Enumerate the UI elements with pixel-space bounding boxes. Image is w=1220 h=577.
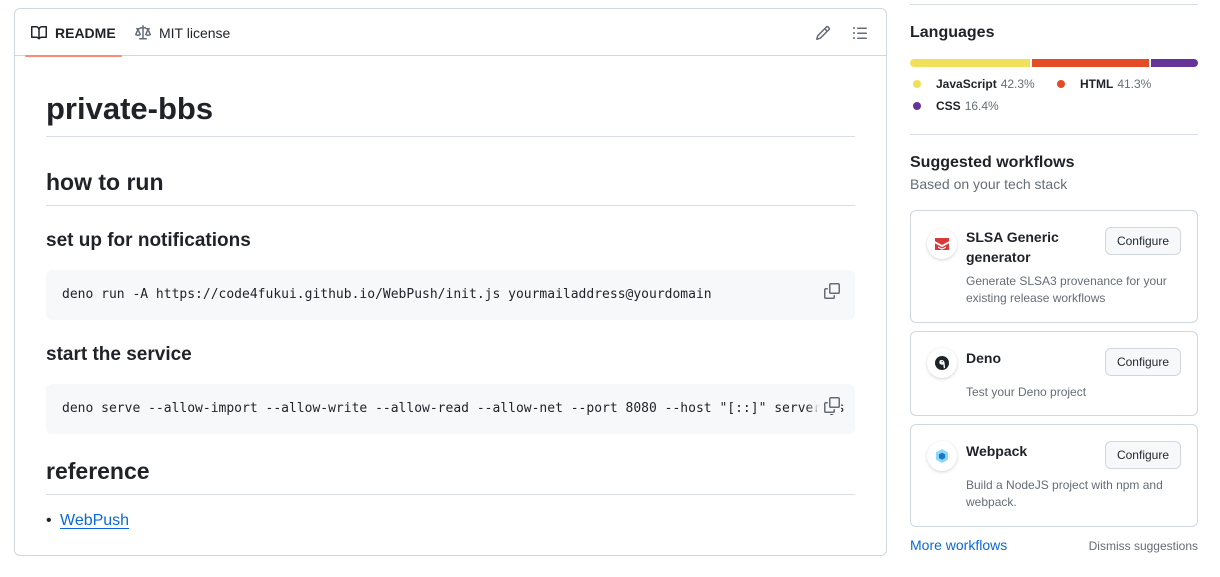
copy-icon [824, 397, 840, 413]
outline-button[interactable] [848, 21, 872, 45]
readme-panel: README MIT license private-bbs how to ru… [14, 8, 887, 556]
code-text[interactable]: deno serve --allow-import --allow-write … [62, 400, 845, 418]
code-text[interactable]: deno run -A https://code4fukui.github.io… [62, 286, 712, 304]
language-color-dot [913, 80, 921, 88]
language-bar-javascript[interactable] [910, 59, 1031, 67]
language-name: HTML [1080, 77, 1114, 91]
readme-tab-bar: README MIT license [15, 9, 886, 57]
list-item: WebPush [60, 509, 129, 533]
deno-icon [927, 348, 957, 378]
divider [910, 4, 1198, 5]
workflow-card-deno: Deno Test your Deno project Configure [910, 331, 1198, 416]
tab-license[interactable]: MIT license [133, 9, 232, 56]
heading-reference: reference [46, 456, 855, 495]
list-unordered-icon [853, 27, 867, 39]
repo-sidebar: Languages JavaScript 42.3% HTML 41.3% CS… [910, 0, 1198, 577]
languages-heading: Languages [910, 24, 995, 41]
workflow-description: Build a NodeJS project with npm and webp… [966, 478, 1163, 509]
copy-button[interactable] [823, 282, 841, 300]
copy-button[interactable] [823, 396, 841, 414]
tab-license-label: MIT license [159, 24, 231, 41]
language-bar [910, 59, 1198, 67]
language-css[interactable]: CSS 16.4% [913, 99, 999, 113]
configure-button[interactable]: Configure [1104, 227, 1181, 255]
language-color-dot [913, 102, 921, 110]
tab-readme-label: README [55, 24, 116, 41]
language-javascript[interactable]: JavaScript 42.3% [913, 77, 1035, 91]
pencil-icon [815, 25, 831, 41]
edit-readme-button[interactable] [811, 21, 835, 45]
workflow-description: Test your Deno project [966, 385, 1087, 399]
readme-title: private-bbs [46, 89, 855, 137]
workflow-title: Webpack [966, 443, 1028, 459]
language-bar-html[interactable] [1032, 59, 1150, 67]
language-color-dot [1057, 80, 1065, 88]
code-block-notifications: deno run -A https://code4fukui.github.io… [46, 270, 855, 320]
slsa-icon [927, 229, 957, 259]
language-html[interactable]: HTML 41.3% [1057, 77, 1151, 91]
workflow-title: Deno [966, 350, 1001, 366]
configure-button[interactable]: Configure [1104, 441, 1181, 469]
language-name: CSS [936, 99, 961, 113]
copy-icon [824, 283, 840, 299]
language-percent: 42.3% [1000, 77, 1035, 91]
language-bar-css[interactable] [1151, 59, 1198, 67]
workflow-card-slsa: SLSA Generic generator Generate SLSA3 pr… [910, 210, 1198, 323]
webpack-icon [927, 441, 957, 471]
tab-readme[interactable]: README [25, 9, 122, 57]
language-percent: 41.3% [1117, 77, 1152, 91]
suggested-workflows-heading: Suggested workflows [910, 154, 1075, 171]
suggested-workflows-subheading: Based on your tech stack [910, 176, 1068, 192]
book-icon [31, 25, 47, 39]
law-scale-icon [135, 24, 151, 39]
reference-list: WebPush [60, 509, 129, 533]
workflow-title: SLSA Generic generator [966, 229, 1059, 265]
dismiss-suggestions-button[interactable]: Dismiss suggestions [1089, 539, 1198, 553]
more-workflows-link[interactable]: More workflows [910, 537, 1007, 553]
workflow-description: Generate SLSA3 provenance for your exist… [966, 274, 1167, 305]
language-percent: 16.4% [964, 99, 999, 113]
code-block-start-service: deno serve --allow-import --allow-write … [46, 384, 855, 434]
heading-how-to-run: how to run [46, 167, 855, 206]
language-name: JavaScript [936, 77, 997, 91]
webpush-link[interactable]: WebPush [60, 512, 129, 529]
divider [910, 134, 1198, 135]
workflow-card-webpack: Webpack Build a NodeJS project with npm … [910, 424, 1198, 527]
heading-start-service: start the service [46, 344, 192, 365]
configure-button[interactable]: Configure [1104, 348, 1181, 376]
heading-notifications: set up for notifications [46, 230, 251, 251]
